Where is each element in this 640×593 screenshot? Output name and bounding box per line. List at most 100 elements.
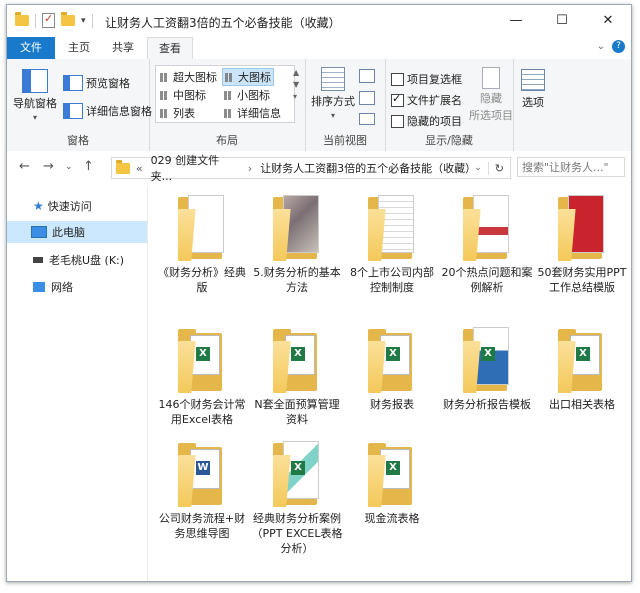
folder-item[interactable]: X N套全面预算管理资料 [251, 325, 343, 427]
folder-icon: X [269, 439, 325, 509]
ribbon: 导航窗格 ▾ 预览窗格 详细信息窗格 窗格 超大图标 大图标 中图标 小图标 列… [7, 59, 631, 152]
folder-item[interactable]: 《财务分析》经典版 [156, 193, 248, 295]
folder-item[interactable]: X 146个财务会计常用Excel表格 [156, 325, 248, 427]
folder-item[interactable]: X 出口相关表格 [536, 325, 628, 412]
recent-locations-icon[interactable]: ⌄ [65, 162, 73, 172]
refresh-icon[interactable]: ↻ [487, 161, 504, 175]
sidebar-item-usb[interactable]: 老毛桃U盘 (K:) [7, 249, 147, 271]
folder-name: 20个热点问题和案例解析 [441, 266, 533, 294]
search-input[interactable]: 搜索"让财务人..." [517, 157, 625, 177]
close-button[interactable]: ✕ [585, 5, 631, 35]
options-label: 选项 [522, 96, 544, 109]
sort-by-button[interactable]: 排序方式 ▾ [311, 67, 355, 120]
checkbox[interactable] [391, 72, 404, 86]
sidebar-item-network[interactable]: 网络 [7, 276, 147, 298]
view-large-icons[interactable]: 大图标 [222, 68, 274, 86]
computer-icon [31, 226, 47, 238]
file-extensions-toggle[interactable]: 文件扩展名 [391, 92, 462, 108]
view-xlarge-icons[interactable]: 超大图标 [160, 69, 217, 85]
hidden-items-toggle[interactable]: 隐藏的项目 [391, 113, 462, 129]
breadcrumb-parent[interactable]: 029 创建文件夹... [151, 152, 240, 184]
back-icon[interactable]: ← [19, 159, 30, 174]
hide-selected-button[interactable]: 隐藏 所选项目 [469, 67, 513, 123]
folder-item[interactable]: 8个上市公司内部控制制度 [346, 193, 438, 295]
search-placeholder: 搜索"让财务人..." [522, 161, 609, 174]
chevron-right-icon[interactable]: › [248, 162, 252, 175]
folder-icon [15, 12, 29, 26]
view-list-label: 列表 [173, 107, 195, 120]
properties-icon[interactable] [42, 12, 55, 28]
tab-view[interactable]: 查看 [147, 37, 193, 61]
folder-name: 财务报表 [370, 398, 414, 411]
checkbox-checked[interactable] [391, 92, 404, 107]
folder-icon [459, 193, 515, 263]
group-current-view: 排序方式 ▾ 当前视图 [305, 59, 386, 151]
nav-pane-icon [22, 69, 48, 93]
group-by-icon[interactable] [359, 69, 375, 83]
details-pane-icon [63, 103, 83, 119]
folder-name: 出口相关表格 [549, 398, 615, 411]
folder-item[interactable]: X 财务报表 [346, 325, 438, 412]
folder-item[interactable]: 5.财务分析的基本方法 [251, 193, 343, 295]
help-icon[interactable]: ? [612, 40, 625, 53]
group-label-panes: 窗格 [67, 134, 89, 147]
folder-name: 146个财务会计常用Excel表格 [158, 398, 246, 426]
file-list: 《财务分析》经典版 5.财务分析的基本方法 8个上市公司内部控制制度 20个热点… [148, 187, 631, 581]
view-details-label: 详细信息 [237, 107, 281, 120]
view-medium-icons[interactable]: 中图标 [160, 87, 206, 103]
usb-drive-icon [33, 257, 43, 263]
view-details[interactable]: 详细信息 [224, 105, 281, 121]
up-icon[interactable]: ↑ [83, 159, 94, 174]
star-icon: ★ [33, 199, 44, 213]
size-columns-icon[interactable] [359, 113, 375, 125]
details-pane-button[interactable]: 详细信息窗格 [63, 103, 152, 119]
selected-items-label: 所选项目 [469, 109, 513, 122]
sidebar-item-quick-access[interactable]: ★ 快速访问 [7, 195, 147, 217]
gallery-scroll-icon[interactable]: ▲ ▼ ▾ [293, 67, 299, 103]
group-label-layout: 布局 [216, 134, 238, 147]
checkbox[interactable] [391, 114, 404, 128]
breadcrumb-current[interactable]: 让财务人工资翻3倍的五个必备技能（收藏） [260, 160, 476, 176]
folder-item[interactable]: X 经典财务分析案例（PPT EXCEL表格分析） [251, 439, 343, 556]
view-list[interactable]: 列表 [160, 105, 195, 121]
chevron-down-icon[interactable]: ⌄ [597, 41, 605, 52]
folder-item[interactable]: W 公司财务流程+财务思维导图 [156, 439, 248, 541]
sidebar-item-this-pc[interactable]: 此电脑 [7, 221, 147, 243]
new-folder-icon[interactable] [61, 12, 75, 26]
title-bar: ▾ 让财务人工资翻3倍的五个必备技能（收藏） — ☐ ✕ [7, 5, 631, 37]
hide-icon [482, 67, 500, 89]
chevron-down-icon[interactable]: ⌄ [474, 163, 482, 173]
preview-pane-button[interactable]: 预览窗格 [63, 75, 130, 91]
sort-icon [321, 67, 345, 91]
folder-item[interactable]: 20个热点问题和案例解析 [441, 193, 533, 295]
group-label-current-view: 当前视图 [323, 134, 367, 147]
forward-icon[interactable]: → [43, 159, 54, 174]
xlarge-icons-icon [160, 72, 170, 82]
folder-icon [174, 193, 230, 263]
path-overflow[interactable]: « [136, 162, 143, 175]
nav-pane-button[interactable]: 导航窗格 ▾ [13, 69, 57, 122]
separator [35, 13, 36, 28]
minimize-button[interactable]: — [493, 5, 539, 35]
folder-icon: X [364, 325, 420, 395]
folder-item[interactable]: 50套财务实用PPT工作总结模版 [536, 193, 628, 295]
window-title: 让财务人工资翻3倍的五个必备技能（收藏） [105, 16, 341, 30]
folder-icon: X [174, 325, 230, 395]
item-checkboxes-toggle[interactable]: 项目复选框 [391, 71, 462, 87]
sort-by-label: 排序方式 [311, 95, 355, 108]
maximize-button[interactable]: ☐ [539, 5, 585, 35]
add-columns-icon[interactable] [359, 91, 375, 105]
chevron-down-icon[interactable]: ▾ [81, 16, 86, 26]
quick-access-toolbar: ▾ [15, 12, 93, 28]
file-extensions-label: 文件扩展名 [407, 94, 462, 107]
folder-item[interactable]: X 财务分析报告模板 [441, 325, 533, 412]
folder-icon: X [364, 439, 420, 509]
tab-file[interactable]: 文件 [7, 37, 55, 59]
ribbon-tabs: 文件 主页 共享 查看 ⌄ ? [7, 37, 631, 61]
tab-share[interactable]: 共享 [103, 37, 143, 59]
folder-item[interactable]: X 现金流表格 [346, 439, 438, 526]
view-small-icons[interactable]: 小图标 [224, 87, 270, 103]
address-bar[interactable]: « 029 创建文件夹... › 让财务人工资翻3倍的五个必备技能（收藏） ⌄ … [111, 154, 511, 183]
tab-home[interactable]: 主页 [59, 37, 99, 59]
options-button[interactable]: 选项 [521, 69, 545, 110]
